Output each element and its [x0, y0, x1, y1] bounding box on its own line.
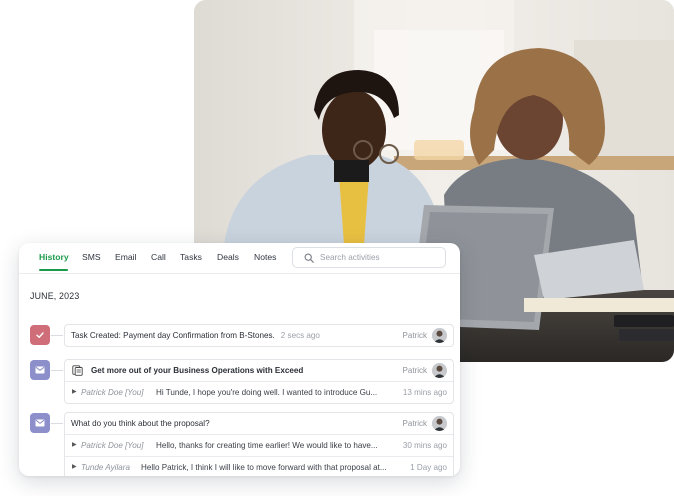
message-time: 1 Day ago [410, 463, 447, 472]
activity-email-thread[interactable]: What do you think about the proposal? Pa… [64, 412, 454, 476]
tab-tasks[interactable]: Tasks [180, 252, 202, 262]
check-icon [36, 332, 44, 338]
month-heading: JUNE, 2023 [30, 291, 80, 301]
activity-header: Get more out of your Business Operations… [65, 360, 453, 381]
message-preview: Hello, thanks for creating time earlier!… [156, 441, 378, 450]
message-sender: Patrick Doe [You] [81, 388, 144, 397]
activity-author: Patrick [402, 331, 427, 340]
search-icon [304, 253, 314, 263]
message-sender: Tunde Ayilara [81, 463, 130, 472]
avatar [432, 328, 447, 343]
expand-caret-icon[interactable]: ▶ [72, 435, 77, 456]
activity-task-created[interactable]: Task Created: Payment day Confirmation f… [64, 324, 454, 347]
tab-email[interactable]: Email [115, 252, 137, 262]
timeline-connector [51, 423, 63, 424]
activity-title: What do you think about the proposal? [71, 419, 210, 428]
active-tab-indicator [39, 269, 68, 271]
activity-title: Task Created: Payment day Confirmation f… [71, 331, 275, 340]
expand-caret-icon[interactable]: ▶ [72, 382, 77, 403]
activity-time: 2 secs ago [280, 331, 320, 340]
search-input[interactable] [320, 250, 440, 265]
email-icon [35, 366, 45, 374]
expand-caret-icon[interactable]: ▶ [72, 457, 77, 476]
tab-history[interactable]: History [39, 252, 69, 262]
activity-tabs: History SMS Email Call Tasks Deals Notes [19, 243, 460, 274]
email-type-badge [30, 413, 50, 433]
timeline-connector [51, 335, 63, 336]
message-time: 13 mins ago [402, 388, 447, 397]
email-message-row[interactable]: ▶ Patrick Doe [You] Hi Tunde, I hope you… [65, 381, 453, 403]
task-type-badge [30, 325, 50, 345]
message-preview: Hi Tunde, I hope you're doing well. I wa… [156, 388, 378, 397]
activity-title: Get more out of your Business Operations… [91, 366, 304, 375]
activity-header: What do you think about the proposal? Pa… [65, 413, 453, 434]
tab-sms[interactable]: SMS [82, 252, 101, 262]
activity-author: Patrick [402, 366, 427, 375]
timeline-connector [51, 370, 63, 371]
activity-card: History SMS Email Call Tasks Deals Notes… [19, 243, 460, 476]
email-message-row[interactable]: ▶ Patrick Doe [You] Hello, thanks for cr… [65, 434, 453, 456]
message-preview: Hello Patrick, I think I will like to mo… [141, 463, 387, 472]
search-box[interactable] [292, 247, 446, 268]
tab-notes[interactable]: Notes [254, 252, 276, 262]
message-time: 30 mins ago [402, 441, 447, 450]
email-type-badge [30, 360, 50, 380]
avatar [432, 416, 447, 431]
tab-deals[interactable]: Deals [217, 252, 239, 262]
message-sender: Patrick Doe [You] [81, 441, 144, 450]
tab-call[interactable]: Call [151, 252, 166, 262]
activity-header: Task Created: Payment day Confirmation f… [65, 325, 453, 346]
template-icon [72, 365, 83, 376]
activity-author: Patrick [402, 419, 427, 428]
email-message-row[interactable]: ▶ Tunde Ayilara Hello Patrick, I think I… [65, 456, 453, 476]
activity-email-thread[interactable]: Get more out of your Business Operations… [64, 359, 454, 404]
email-icon [35, 419, 45, 427]
avatar [432, 363, 447, 378]
